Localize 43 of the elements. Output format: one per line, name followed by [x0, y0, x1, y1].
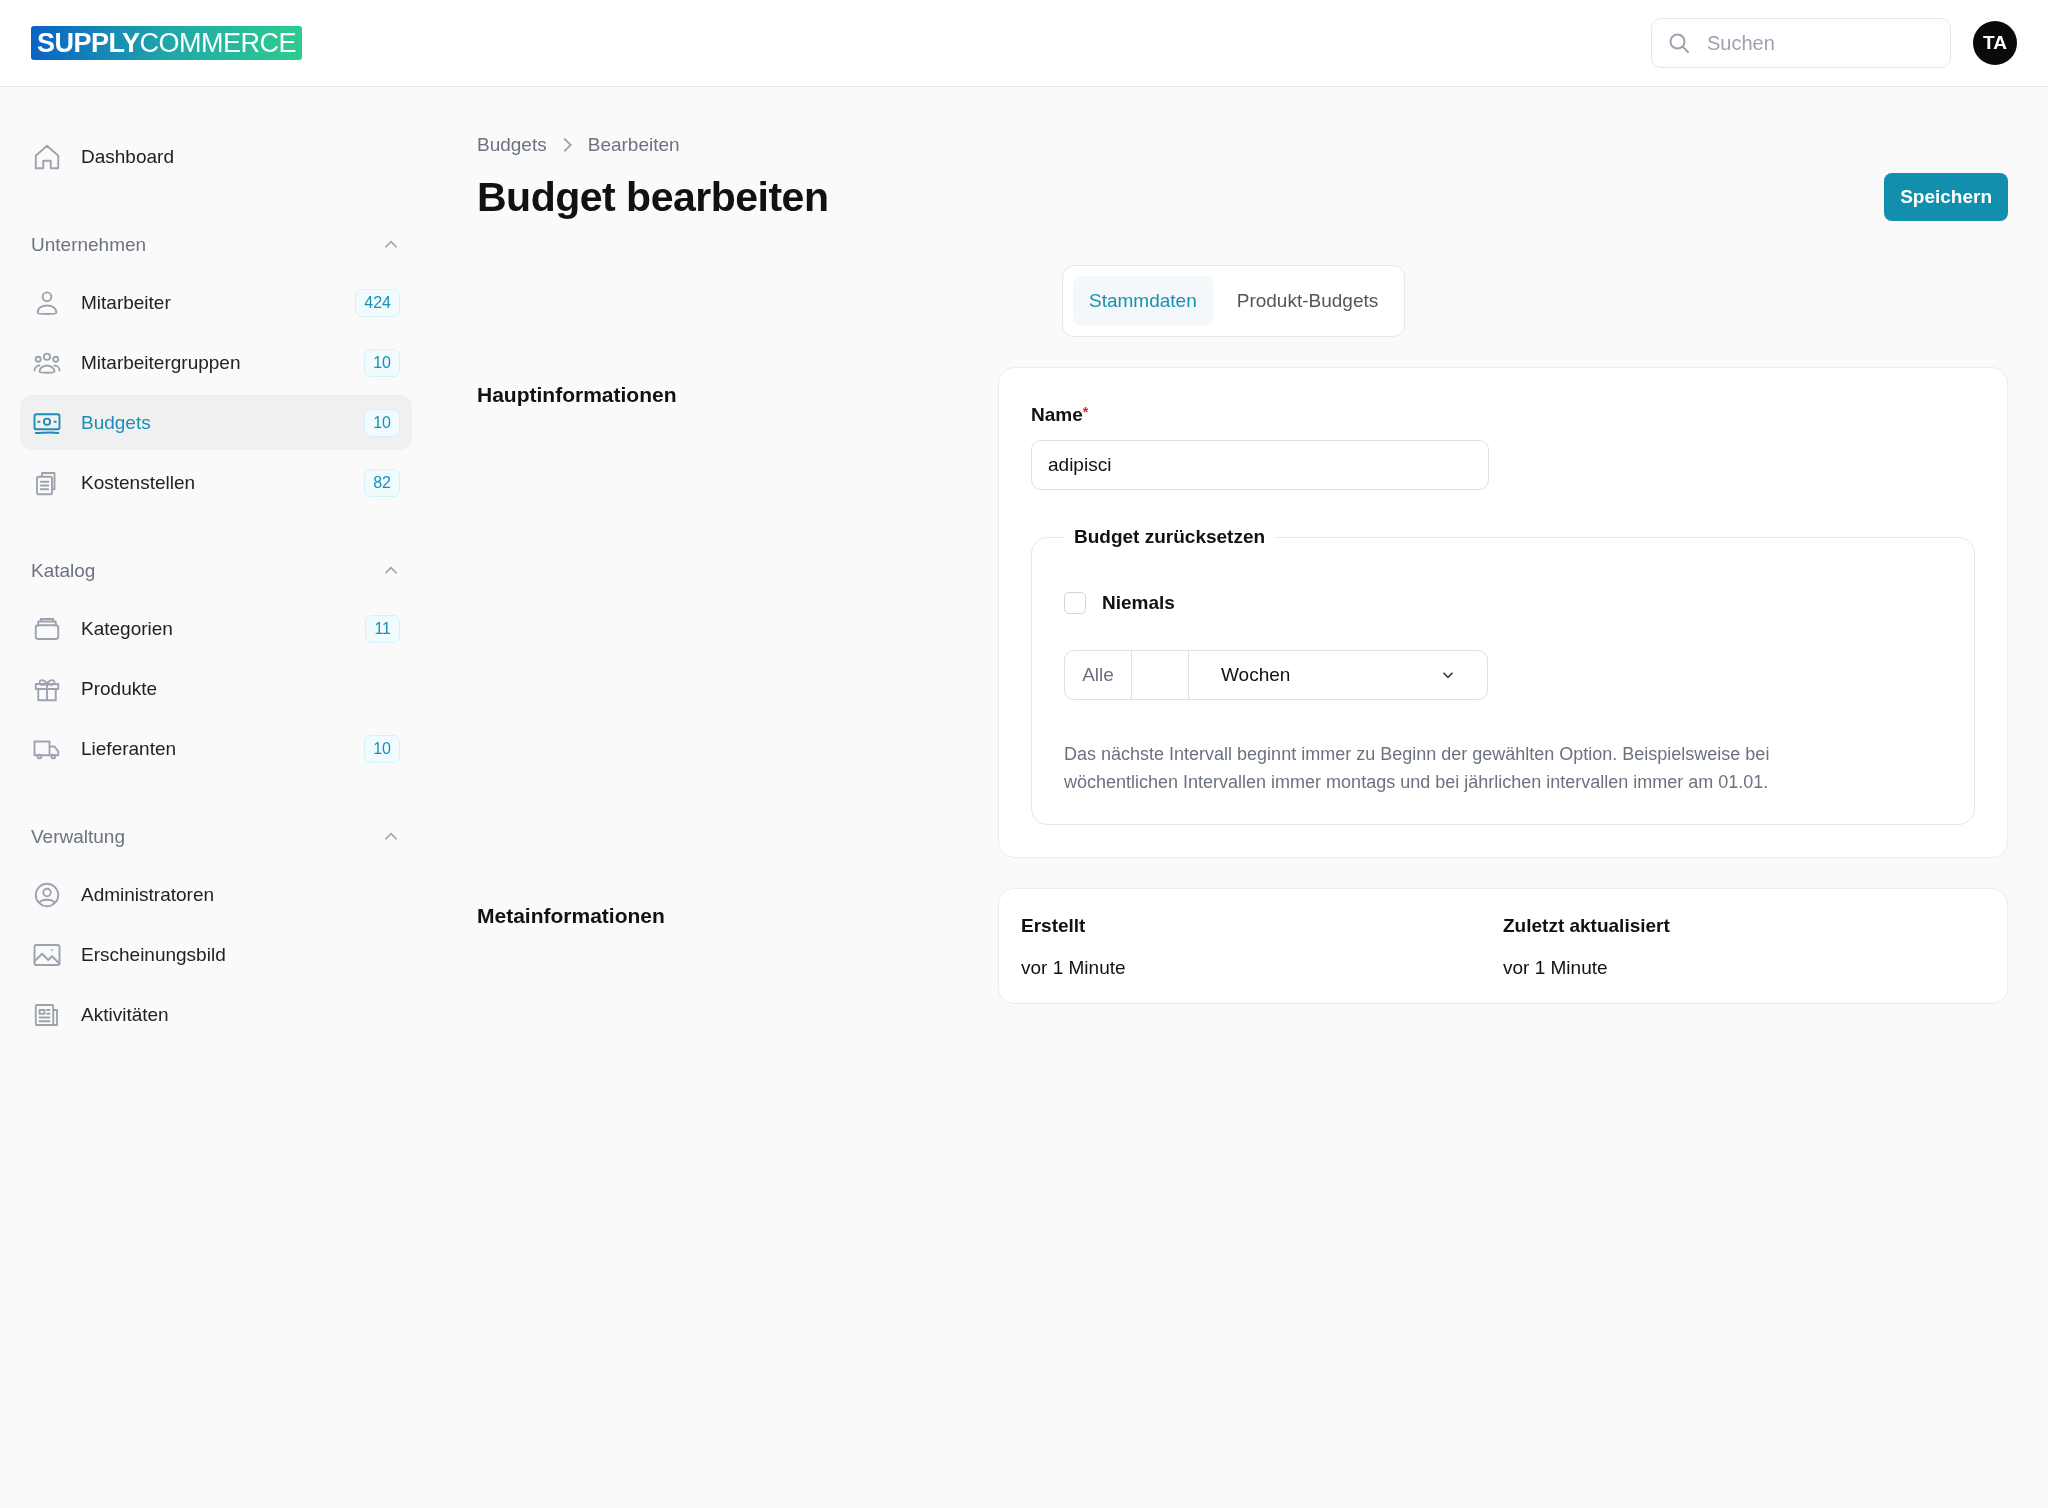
sidebar-item[interactable]: Erscheinungsbild	[20, 927, 412, 982]
count-badge: 424	[355, 288, 400, 317]
sidebar-item[interactable]: Produkte	[20, 661, 412, 716]
sidebar-item[interactable]: Aktivitäten	[20, 987, 412, 1042]
tab[interactable]: Produkt-Budgets	[1220, 276, 1395, 326]
sidebar-item[interactable]: Administratoren	[20, 867, 412, 922]
count-badge: 82	[364, 468, 400, 497]
breadcrumb-link[interactable]: Budgets	[477, 134, 547, 156]
fieldset-legend: Budget zurücksetzen	[1064, 526, 1276, 548]
meta-value: vor 1 Minute	[1021, 957, 1127, 979]
sidebar-item[interactable]: Budgets 10	[20, 395, 412, 450]
name-input[interactable]: adipisci	[1031, 440, 1489, 490]
count-badge: 11	[365, 614, 400, 643]
help-text: Das nächste Intervall beginnt immer zu Beginn der gewählten Option. Beispielsweise bei wöchentlichen Intervallen immer montags und bei jährlichen intervallen immer am 01.01.	[1064, 743, 1771, 794]
sidebar-item[interactable]: Mitarbeitergruppen 10	[20, 335, 412, 390]
meta-label: Zuletzt aktualisiert	[1503, 915, 1671, 937]
logo[interactable]: SUPPLYCOMMERCE	[31, 26, 303, 60]
section-heading: Metainformationen	[477, 904, 666, 929]
chevron-right-icon	[562, 137, 572, 153]
save-button[interactable]: Speichern	[1884, 173, 2008, 221]
section-header[interactable]: Verwaltung	[20, 819, 412, 855]
section-header[interactable]: Unternehmen	[20, 227, 412, 263]
search-field[interactable]: Suchen	[1651, 18, 1951, 68]
field-label: Name	[1031, 404, 1083, 425]
sidebar-item[interactable]: Kategorien 11	[20, 601, 412, 656]
section-header[interactable]: Katalog	[20, 553, 412, 589]
meta-value: vor 1 Minute	[1503, 957, 1609, 979]
count-badge: 10	[364, 408, 400, 437]
section-heading: Hauptinformationen	[477, 383, 678, 408]
sidebar-item[interactable]: Mitarbeiter 424	[20, 275, 412, 330]
breadcrumb-link[interactable]: Bearbeiten	[587, 134, 680, 156]
sidebar-item[interactable]: Dashboard	[20, 129, 412, 184]
count-badge: 10	[364, 734, 400, 763]
checkbox[interactable]	[1064, 592, 1086, 614]
page-title: Budget bearbeiten	[477, 173, 829, 221]
count-badge: 10	[364, 348, 400, 377]
required-mark: *	[1082, 404, 1089, 420]
meta-label: Erstellt	[1021, 915, 1087, 937]
sidebar-item[interactable]: Lieferanten 10	[20, 721, 412, 776]
search-icon	[1667, 31, 1691, 55]
avatar[interactable]: TA	[1973, 21, 2017, 65]
checkbox-label: Niemals	[1102, 592, 1175, 614]
sidebar-item[interactable]: Kostenstellen 82	[20, 455, 412, 510]
